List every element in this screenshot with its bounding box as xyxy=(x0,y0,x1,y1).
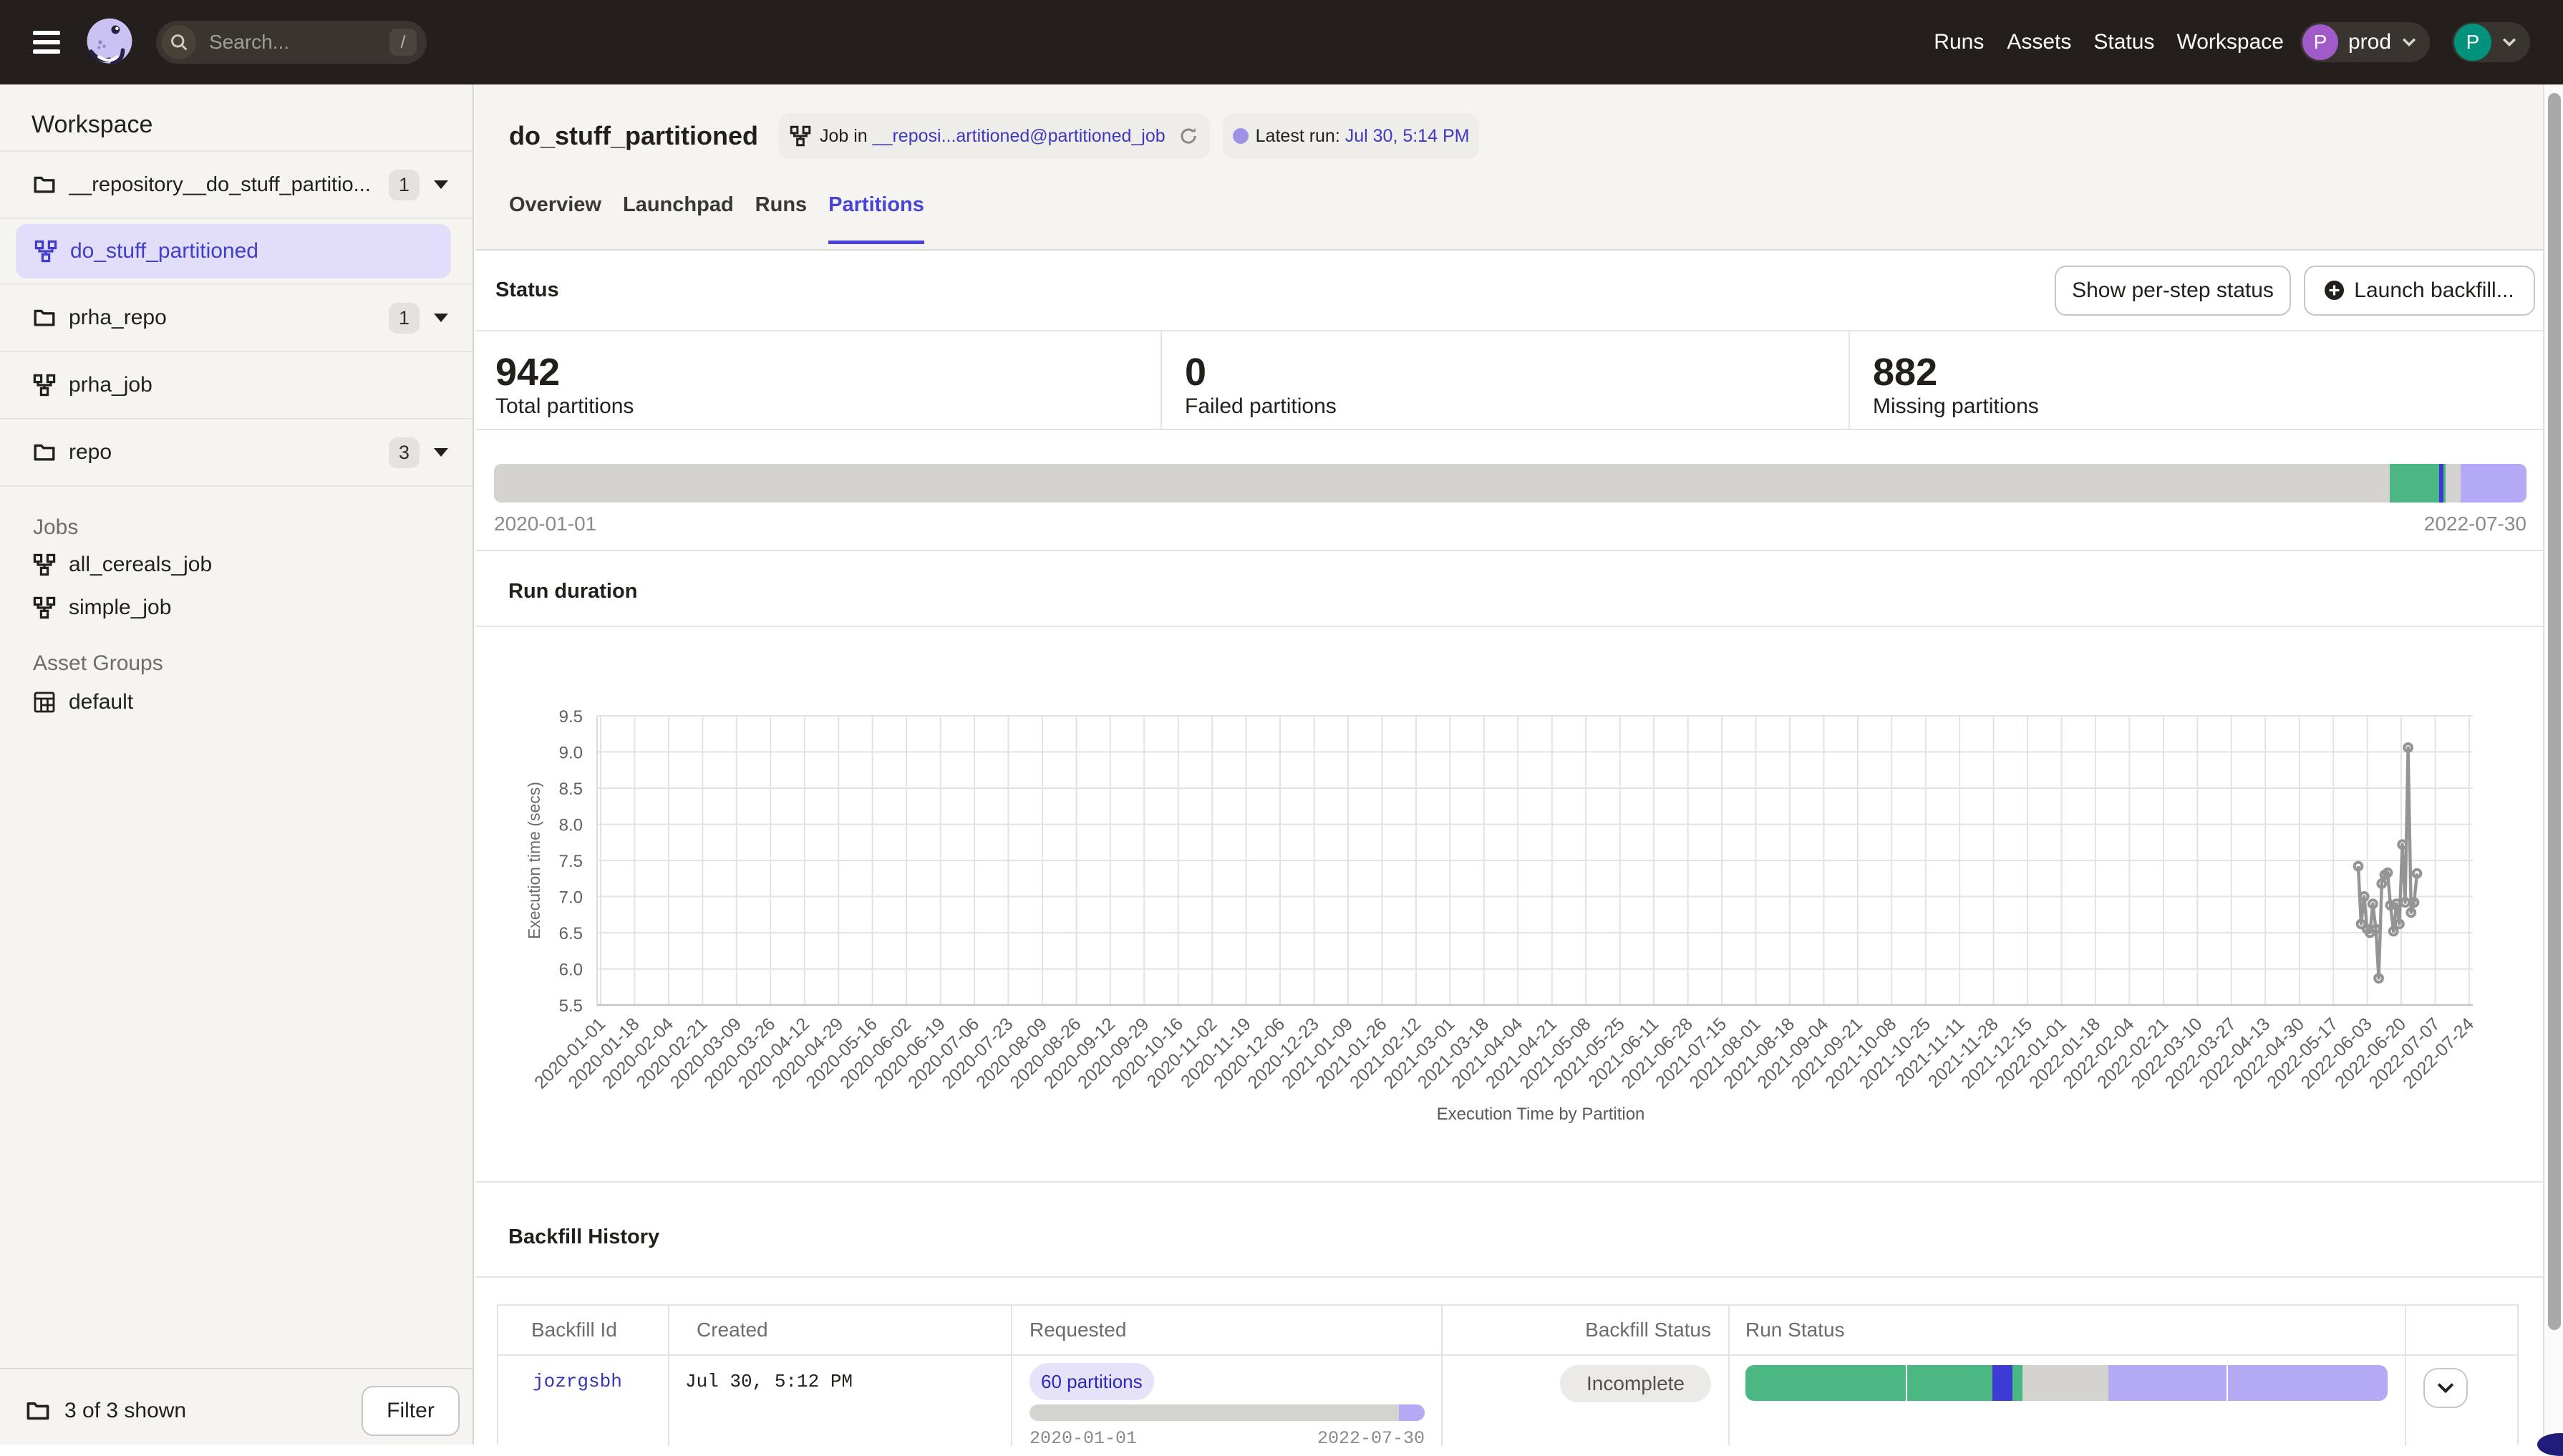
svg-text:8.0: 8.0 xyxy=(559,815,583,835)
svg-text:6.0: 6.0 xyxy=(559,960,583,979)
svg-text:5.5: 5.5 xyxy=(559,996,583,1016)
svg-text:Execution Time by Partition: Execution Time by Partition xyxy=(1437,1105,1645,1124)
svg-text:7.5: 7.5 xyxy=(559,852,583,871)
svg-text:9.0: 9.0 xyxy=(559,744,583,763)
svg-text:6.5: 6.5 xyxy=(559,924,583,943)
svg-text:Execution time (secs): Execution time (secs) xyxy=(525,782,543,939)
svg-text:7.0: 7.0 xyxy=(559,888,583,908)
svg-text:8.5: 8.5 xyxy=(559,780,583,799)
svg-text:9.5: 9.5 xyxy=(559,707,583,727)
